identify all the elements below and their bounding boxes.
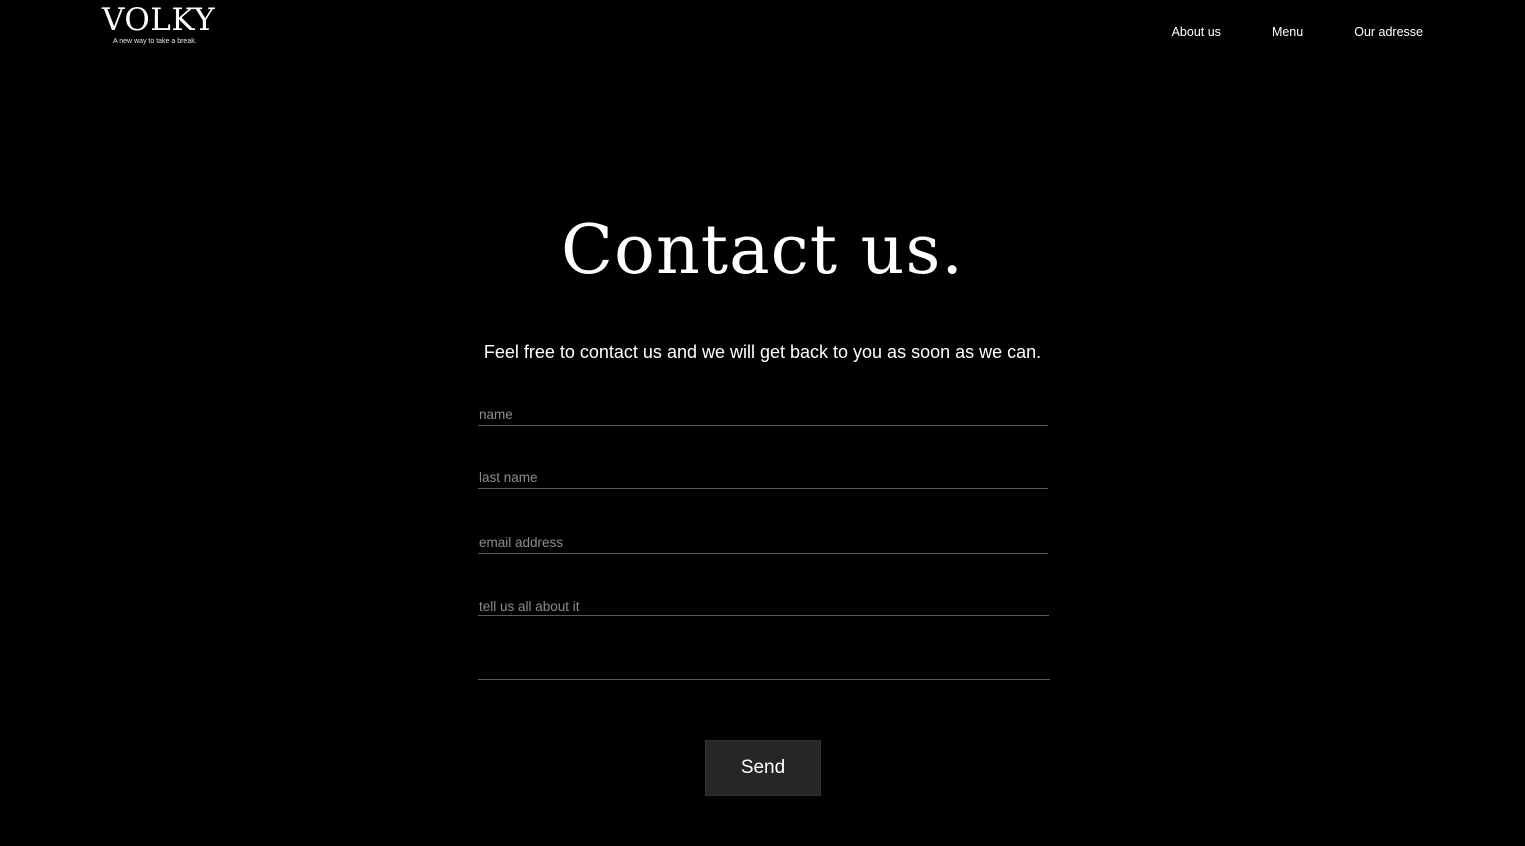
message-divider <box>478 615 1049 616</box>
nav-link-address[interactable]: Our adresse <box>1354 24 1423 40</box>
message-textarea[interactable] <box>478 595 1050 680</box>
name-input[interactable] <box>478 404 1048 426</box>
nav-link-menu[interactable]: Menu <box>1272 24 1303 40</box>
logo-wordmark: VOLKY <box>102 2 216 38</box>
email-input[interactable] <box>478 532 1048 554</box>
page-title: Contact us. <box>561 211 964 290</box>
brand-logo[interactable]: VOLKY A new way to take a break. <box>102 2 216 46</box>
contact-page: VOLKY A new way to take a break. About u… <box>0 0 1525 846</box>
last-name-input[interactable] <box>478 467 1048 489</box>
nav-link-about[interactable]: About us <box>1172 24 1221 40</box>
send-button[interactable]: Send <box>705 740 821 796</box>
logo-tagline: A new way to take a break. <box>113 38 197 45</box>
main-nav: About us Menu Our adresse <box>1172 24 1423 40</box>
page-subtitle: Feel free to contact us and we will get … <box>483 342 1042 362</box>
